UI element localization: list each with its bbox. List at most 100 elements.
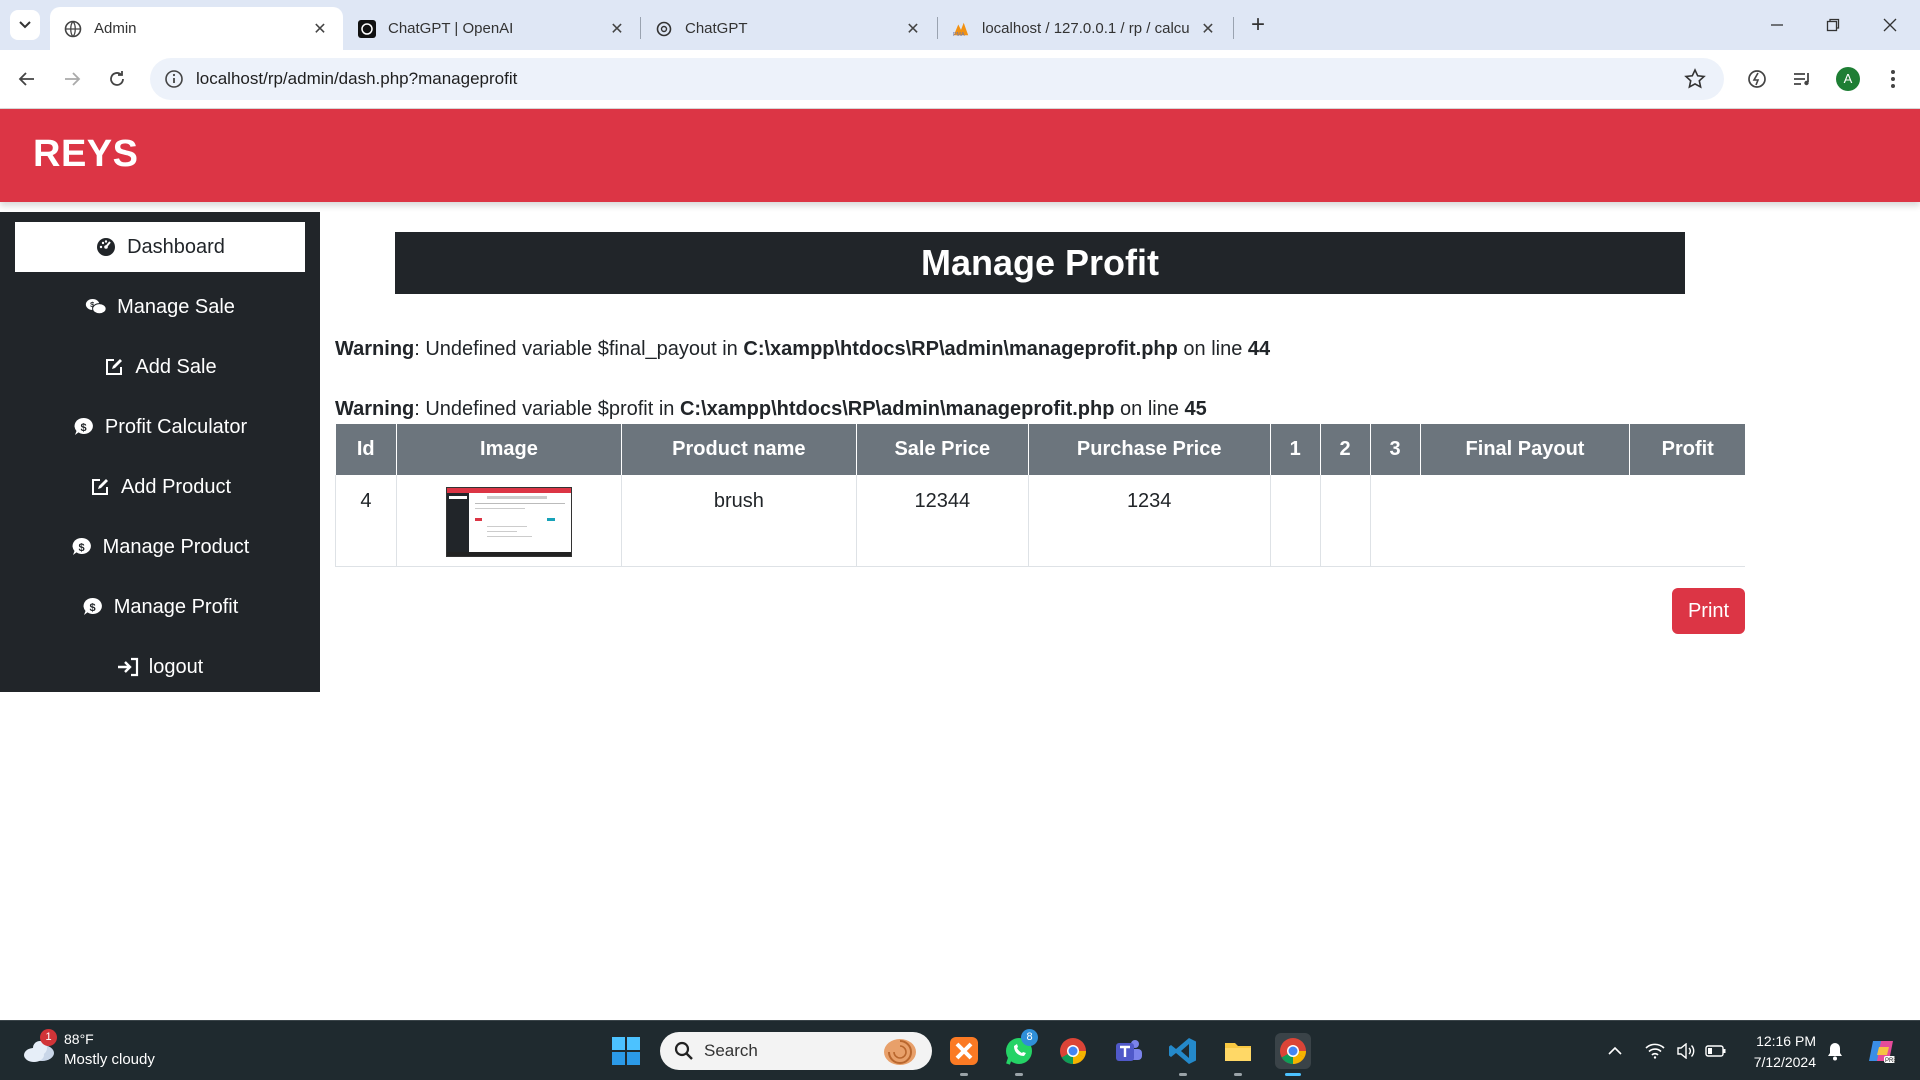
sidebar-item-profit-calculator[interactable]: $ Profit Calculator [15,402,305,452]
logout-icon [117,656,139,678]
dollar-chat-icon: $ [71,536,93,558]
cell-3 [1370,475,1421,567]
restore-button[interactable] [1818,10,1848,40]
volume-icon[interactable] [1674,1039,1698,1063]
search-icon [674,1041,693,1060]
column-header: 2 [1320,424,1371,475]
dashboard-icon [95,236,117,258]
tab-label: ChatGPT | OpenAI [388,20,514,37]
site-info-icon[interactable] [164,69,184,89]
minimize-button[interactable] [1762,10,1792,40]
column-header: Sale Price [856,424,1029,475]
sidebar-item-label: Add Product [120,475,232,498]
close-icon [1883,18,1897,32]
sidebar-item-dashboard[interactable]: Dashboard [15,222,305,272]
php-warning: Warning: Undefined variable $final_payou… [335,338,1270,361]
address-bar[interactable]: localhost/rp/admin/dash.php?manageprofit [150,58,1724,100]
print-button[interactable]: Print [1672,588,1745,634]
taskbar-search[interactable]: Search [660,1032,932,1070]
cell-profit [1629,475,1745,567]
profit-table: Id Image Product name Sale Price Purchas… [335,424,1745,567]
sale-chat-icon: $ [85,296,107,318]
copilot-icon[interactable]: PRE [1866,1039,1898,1064]
profile-avatar[interactable]: A [1836,67,1860,91]
windows-start-icon[interactable] [610,1035,642,1067]
weather-temperature[interactable]: 88°F [64,1031,94,1047]
sidebar-item-add-product[interactable]: Add Product [15,462,305,512]
reload-button[interactable] [102,64,132,94]
cell-final-payout [1420,475,1630,567]
xampp-icon [950,1037,978,1065]
chrome-icon [1060,1038,1087,1065]
sidebar-item-manage-product[interactable]: $ Manage Product [15,522,305,572]
tab-chatgpt-openai[interactable]: ChatGPT | OpenAI ✕ [344,7,640,50]
chevron-up-icon[interactable] [1603,1039,1627,1063]
notification-bell-icon[interactable] [1823,1039,1847,1063]
url-text[interactable]: localhost/rp/admin/dash.php?manageprofit [196,69,517,89]
cell-image [396,475,622,567]
brand-logo[interactable]: REYS [33,133,138,176]
close-tab-icon[interactable]: ✕ [1199,19,1217,39]
cell-2 [1320,475,1371,567]
cell-purchase-price: 1234 [1028,475,1271,567]
running-indicator [1234,1073,1242,1076]
weather-description[interactable]: Mostly cloudy [64,1051,155,1068]
close-tab-icon[interactable]: ✕ [608,19,626,39]
tab-phpmyadmin[interactable]: PMA localhost / 127.0.0.1 / rp / calcu ✕ [938,7,1231,50]
search-placeholder: Search [704,1041,758,1060]
teams-icon [1116,1040,1142,1061]
battery-icon[interactable] [1704,1039,1728,1063]
column-header: 1 [1270,424,1321,475]
tab-search-button[interactable] [10,10,40,40]
php-warning: Warning: Undefined variable $profit in C… [335,398,1207,421]
warning-text: : Undefined variable $final_payout in [414,338,744,360]
wifi-icon[interactable] [1643,1039,1667,1063]
clock-time: 12:16 PM [1756,1033,1816,1049]
tab-chatgpt[interactable]: ChatGPT ✕ [641,7,936,50]
bookmark-star-icon[interactable] [1684,68,1706,90]
close-window-button[interactable] [1875,10,1905,40]
sidebar-item-label: Dashboard [127,235,225,258]
warning-path: C:\xampp\htdocs\RP\admin\manageprofit.ph… [743,338,1178,360]
restore-icon [1826,18,1840,32]
sidebar-item-label: Profit Calculator [104,415,248,438]
weather-alert-badge: 1 [40,1029,57,1046]
xampp-app[interactable] [946,1033,982,1069]
extension-icon[interactable] [1743,65,1771,93]
chrome-app[interactable] [1055,1033,1091,1069]
chrome-active-app[interactable] [1275,1033,1311,1069]
openai-icon [358,19,376,38]
close-tab-icon[interactable]: ✕ [311,19,329,39]
forward-button[interactable] [57,64,87,94]
tab-admin[interactable]: Admin ✕ [50,7,343,50]
column-header: Profit [1629,424,1745,475]
cell-product-name: brush [621,475,857,567]
folder-icon [1225,1043,1251,1061]
back-button[interactable] [12,64,42,94]
vscode-app[interactable] [1165,1033,1201,1069]
sidebar-item-label: Manage Profit [113,595,239,618]
sidebar-item-manage-profit[interactable]: $ Manage Profit [15,582,305,632]
tab-label: Admin [94,20,137,37]
page-title: Manage Profit [395,232,1685,294]
minimize-icon [1771,24,1783,26]
sidebar-item-label: Manage Product [102,535,250,558]
svg-text:$: $ [78,542,84,554]
svg-text:$: $ [89,602,95,614]
running-indicator [1179,1073,1187,1076]
dollar-chat-icon: $ [82,596,104,618]
file-explorer-app[interactable] [1220,1033,1256,1069]
sidebar-item-add-sale[interactable]: Add Sale [15,342,305,392]
more-menu-icon[interactable] [1879,65,1907,93]
teams-app[interactable] [1110,1033,1146,1069]
close-tab-icon[interactable]: ✕ [904,19,922,39]
new-tab-button[interactable]: + [1244,12,1272,40]
globe-icon [64,20,82,38]
taskbar-clock[interactable]: 12:16 PM 7/12/2024 [1740,1031,1816,1073]
search-highlight-icon [884,1039,916,1065]
sidebar-item-manage-sale[interactable]: $ Manage Sale [15,282,305,332]
media-control-icon[interactable] [1788,65,1816,93]
whatsapp-badge: 8 [1021,1029,1038,1046]
browser-tab-strip: Admin ✕ ChatGPT | OpenAI ✕ ChatGPT ✕ PMA… [0,0,1920,50]
sidebar-item-logout[interactable]: logout [15,642,305,692]
